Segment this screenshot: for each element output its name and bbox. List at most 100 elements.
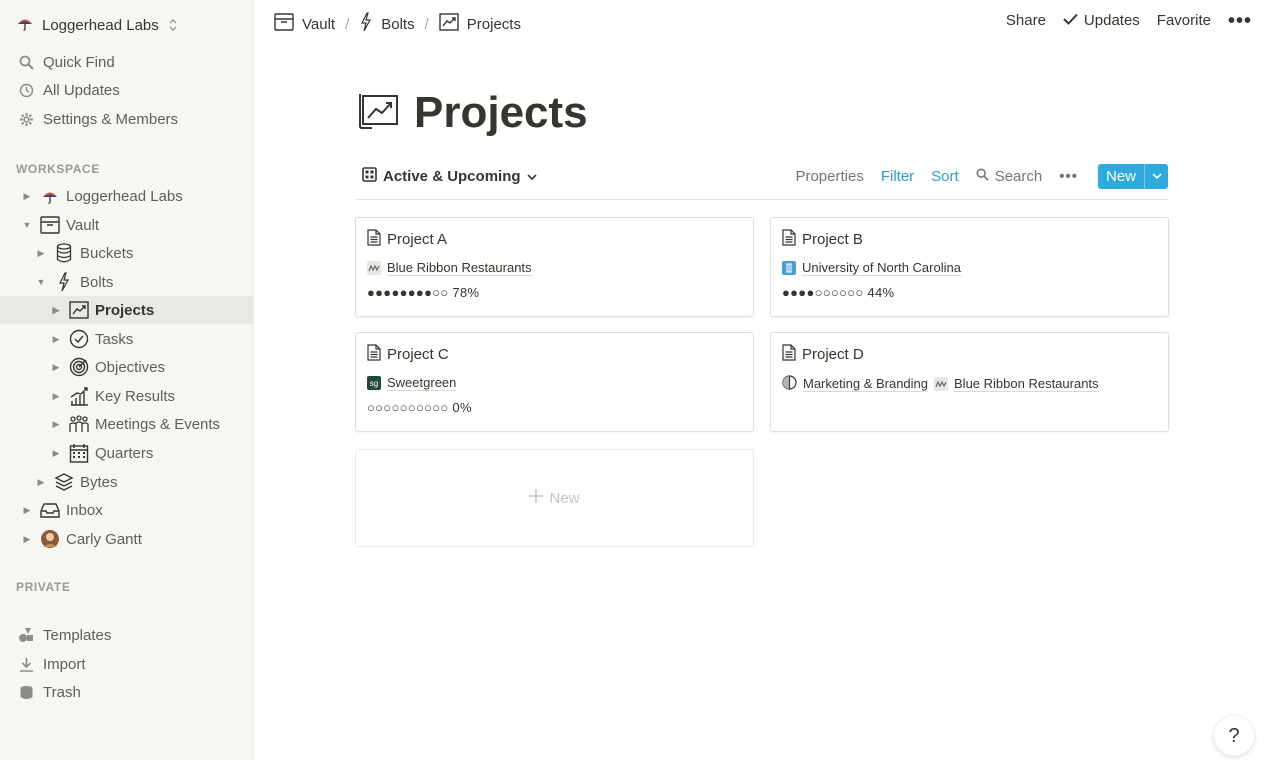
breadcrumb-separator: / bbox=[345, 15, 350, 33]
sidebar-item-quarters[interactable]: ▶ Quarters bbox=[0, 439, 254, 467]
favorite-button[interactable]: Favorite bbox=[1157, 12, 1211, 29]
all-updates-button[interactable]: All Updates bbox=[0, 76, 254, 104]
breadcrumb: Vault / Bolts / Projects bbox=[274, 12, 521, 36]
sidebar-item-inbox[interactable]: ▶ Inbox bbox=[0, 496, 254, 524]
sidebar-item-carly-gantt[interactable]: ▶ Carly Gantt bbox=[0, 525, 254, 553]
expand-arrow-icon[interactable]: ▶ bbox=[51, 334, 61, 345]
inbox-icon bbox=[40, 500, 60, 520]
sort-button[interactable]: Sort bbox=[931, 168, 959, 185]
card-title: Project B bbox=[782, 229, 863, 250]
card-relation: Marketing & Branding Blue Ribbon Restaur… bbox=[782, 375, 1099, 393]
gallery-card-project-d[interactable]: Project D Marketing & Branding Blue Ribb… bbox=[770, 332, 1169, 432]
bolt-icon bbox=[54, 272, 74, 292]
gallery-card-project-a[interactable]: Project A Blue Ribbon Restaurants ●●●●●●… bbox=[355, 217, 754, 317]
card-title: Project D bbox=[782, 344, 864, 365]
sidebar-item-label: Projects bbox=[95, 301, 155, 319]
gallery-card-project-b[interactable]: Project B University of North Carolina ●… bbox=[770, 217, 1169, 317]
target-icon bbox=[69, 357, 89, 377]
import-button[interactable]: Import bbox=[0, 650, 254, 678]
new-button[interactable]: New bbox=[1097, 164, 1144, 189]
page-title[interactable]: Projects bbox=[414, 88, 588, 138]
view-selector[interactable]: Active & Upcoming bbox=[362, 167, 537, 186]
breadcrumb-vault[interactable]: Vault bbox=[274, 13, 335, 35]
breadcrumb-projects[interactable]: Projects bbox=[439, 13, 521, 35]
workspace-name: Loggerhead Labs bbox=[42, 16, 159, 34]
add-new-card[interactable]: New bbox=[355, 449, 754, 547]
expand-arrow-icon[interactable]: ▶ bbox=[36, 248, 46, 259]
collapse-arrow-icon[interactable]: ▼ bbox=[36, 277, 46, 287]
card-title-label: Project C bbox=[387, 346, 449, 363]
progress-value: ○○○○○○○○○○ 0% bbox=[367, 400, 472, 415]
sidebar-item-tasks[interactable]: ▶ Tasks bbox=[0, 325, 254, 353]
expand-arrow-icon[interactable]: ▶ bbox=[22, 534, 32, 545]
sidebar-item-label: Tasks bbox=[95, 330, 134, 348]
share-button[interactable]: Share bbox=[1006, 12, 1046, 29]
page-chart-icon[interactable] bbox=[358, 92, 400, 130]
more-options-icon[interactable]: ••• bbox=[1228, 11, 1252, 31]
sidebar-item-loggerhead-labs[interactable]: ▶ Loggerhead Labs bbox=[0, 182, 254, 210]
relation-link[interactable]: Blue Ribbon Restaurants bbox=[954, 376, 1099, 392]
expand-arrow-icon[interactable]: ▶ bbox=[36, 477, 46, 488]
templates-button[interactable]: Templates bbox=[0, 621, 254, 649]
sidebar-item-label: Carly Gantt bbox=[66, 530, 142, 548]
progress-value: ●●●●●●●●○○ 78% bbox=[367, 285, 480, 300]
expand-arrow-icon[interactable]: ▶ bbox=[51, 305, 61, 316]
settings-button[interactable]: Settings & Members bbox=[0, 105, 254, 133]
all-updates-label: All Updates bbox=[43, 81, 120, 99]
gallery-card-project-c[interactable]: Project C sg Sweetgreen ○○○○○○○○○○ 0% bbox=[355, 332, 754, 432]
relation-link[interactable]: Blue Ribbon Restaurants bbox=[387, 260, 532, 276]
relation-link[interactable]: Marketing & Branding bbox=[803, 376, 929, 392]
sidebar-item-objectives[interactable]: ▶ Objectives bbox=[0, 353, 254, 381]
expand-arrow-icon[interactable]: ▶ bbox=[51, 448, 61, 459]
check-circle-icon bbox=[69, 329, 89, 349]
sidebar-item-bolts[interactable]: ▼ Bolts bbox=[0, 268, 254, 296]
topbar: Vault / Bolts / Projects Share Updates F… bbox=[254, 0, 1270, 46]
expand-arrow-icon[interactable]: ▶ bbox=[51, 419, 61, 430]
chart-icon bbox=[69, 300, 89, 320]
relation-link[interactable]: University of North Carolina bbox=[802, 260, 961, 276]
trash-button[interactable]: Trash bbox=[0, 678, 254, 706]
page-icon bbox=[782, 229, 796, 250]
chevron-down-icon bbox=[526, 168, 537, 185]
sidebar-item-projects[interactable]: ▶ Projects bbox=[0, 296, 254, 324]
sidebar-item-label: Vault bbox=[66, 216, 100, 234]
view-more-icon[interactable]: ••• bbox=[1059, 168, 1078, 185]
sidebar-item-bytes[interactable]: ▶ Bytes bbox=[0, 468, 254, 496]
card-relation: University of North Carolina bbox=[782, 260, 961, 276]
clock-icon bbox=[18, 82, 34, 98]
expand-arrow-icon[interactable]: ▶ bbox=[22, 191, 32, 202]
properties-button[interactable]: Properties bbox=[795, 168, 863, 185]
half-circle-icon bbox=[782, 375, 797, 393]
collapse-arrow-icon[interactable]: ▼ bbox=[22, 220, 32, 230]
sidebar-item-vault[interactable]: ▼ Vault bbox=[0, 211, 254, 239]
sidebar-item-meetings-events[interactable]: ▶ Meetings & Events bbox=[0, 410, 254, 438]
updates-button[interactable]: Updates bbox=[1063, 12, 1140, 29]
sidebar-item-label: Quarters bbox=[95, 444, 154, 462]
trash-icon bbox=[18, 684, 34, 700]
workspace-section-label: WORKSPACE bbox=[16, 162, 100, 176]
search-icon bbox=[18, 54, 34, 70]
sidebar-item-label: Objectives bbox=[95, 358, 166, 376]
new-record-button-group: New bbox=[1097, 164, 1168, 189]
expand-arrow-icon[interactable]: ▶ bbox=[51, 362, 61, 373]
chevron-updown-icon bbox=[169, 19, 177, 31]
umbrella-icon bbox=[16, 14, 34, 36]
quick-find-button[interactable]: Quick Find bbox=[0, 48, 254, 76]
expand-arrow-icon[interactable]: ▶ bbox=[22, 505, 32, 516]
filter-button[interactable]: Filter bbox=[881, 168, 914, 185]
search-button[interactable]: Search bbox=[976, 168, 1042, 185]
help-button[interactable]: ? bbox=[1214, 716, 1254, 756]
card-relation: Blue Ribbon Restaurants bbox=[367, 260, 532, 276]
relation-link[interactable]: Sweetgreen bbox=[387, 375, 457, 391]
avatar-icon bbox=[40, 529, 60, 549]
workspace-switcher[interactable]: Loggerhead Labs bbox=[16, 14, 177, 36]
page-icon bbox=[367, 229, 381, 250]
sidebar-item-buckets[interactable]: ▶ Buckets bbox=[0, 239, 254, 267]
sidebar-item-label: Loggerhead Labs bbox=[66, 187, 183, 205]
expand-arrow-icon[interactable]: ▶ bbox=[51, 391, 61, 402]
new-dropdown-chevron-icon[interactable] bbox=[1144, 164, 1168, 189]
sidebar-item-key-results[interactable]: ▶ Key Results bbox=[0, 382, 254, 410]
check-icon bbox=[1063, 12, 1078, 29]
trash-label: Trash bbox=[43, 683, 81, 701]
breadcrumb-bolts[interactable]: Bolts bbox=[359, 12, 415, 36]
